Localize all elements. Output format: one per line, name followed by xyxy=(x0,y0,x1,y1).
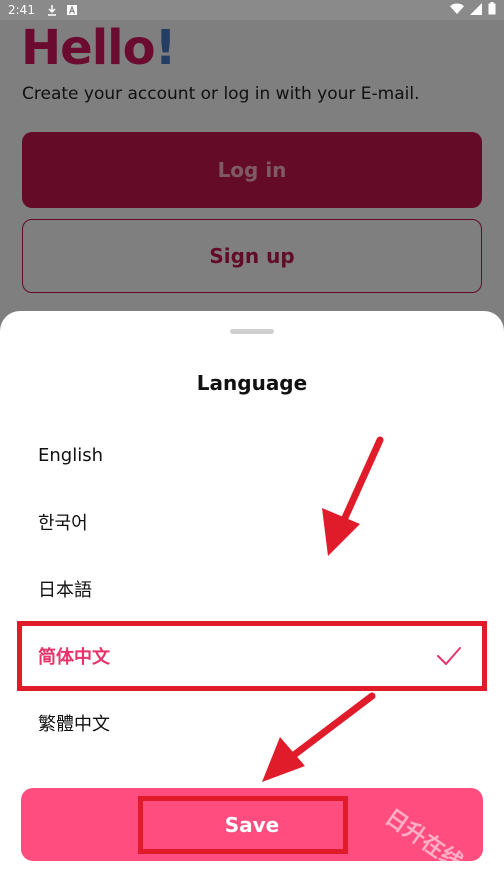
language-item-english[interactable]: English xyxy=(22,425,482,485)
language-item-korean[interactable]: 한국어 xyxy=(22,492,482,552)
save-button-label: Save xyxy=(224,812,280,837)
language-item-japanese[interactable]: 日本語 xyxy=(22,559,482,619)
language-sheet: Language English 한국어 日本語 简体中文 繁體中文 Save xyxy=(0,311,504,896)
language-item-label: English xyxy=(38,444,103,466)
signal-icon xyxy=(470,2,482,18)
language-item-label: 한국어 xyxy=(38,513,88,534)
download-icon xyxy=(45,3,59,17)
language-item-simplified-chinese[interactable]: 简体中文 xyxy=(17,621,487,691)
a-badge-icon xyxy=(65,3,79,17)
status-time: 2:41 xyxy=(8,3,35,17)
sheet-title: Language xyxy=(196,371,308,395)
checkmark-icon xyxy=(436,644,462,668)
battery-icon xyxy=(488,2,496,18)
language-item-label: 简体中文 xyxy=(38,647,110,668)
sheet-drag-handle[interactable] xyxy=(230,329,274,334)
language-item-label: 繁體中文 xyxy=(38,714,110,735)
wifi-icon xyxy=(450,3,464,18)
language-item-label: 日本語 xyxy=(38,580,92,601)
language-item-traditional-chinese[interactable]: 繁體中文 xyxy=(22,693,482,753)
status-bar: 2:41 xyxy=(0,0,504,20)
